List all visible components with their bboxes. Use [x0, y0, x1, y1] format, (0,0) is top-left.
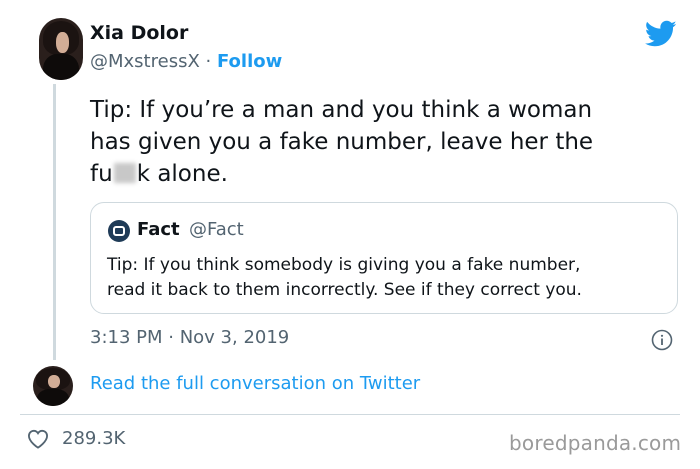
- like-count[interactable]: 289.3K: [62, 428, 125, 449]
- quoted-line: read it back to them incorrectly. See if…: [107, 280, 582, 300]
- censor-blur: [113, 163, 136, 183]
- tweet-line: has given you a fake number, leave her t…: [90, 129, 594, 155]
- read-full-conversation-link[interactable]: Read the full conversation on Twitter: [90, 373, 420, 394]
- thread-line: [53, 84, 56, 360]
- reply-avatar: [33, 366, 73, 406]
- info-icon[interactable]: [651, 329, 673, 351]
- quoted-author-handle: @Fact: [189, 219, 244, 240]
- author-handle-row: @MxstressX · Follow: [90, 51, 282, 72]
- quoted-line: Tip: If you think somebody is giving you…: [107, 255, 581, 275]
- quoted-tweet-card[interactable]: Fact @Fact Tip: If you think somebody is…: [90, 202, 678, 314]
- author-handle[interactable]: @MxstressX: [90, 51, 200, 72]
- twitter-bird-icon[interactable]: [645, 20, 677, 48]
- author-name[interactable]: Xia Dolor: [90, 22, 188, 44]
- tweet-line: fu k alone.: [90, 158, 680, 190]
- tweet-line: Tip: If you’re a man and you think a wom…: [90, 97, 593, 123]
- quoted-tweet-text: Tip: If you think somebody is giving you…: [107, 253, 667, 303]
- tweet-text: Tip: If you’re a man and you think a wom…: [90, 94, 680, 190]
- quoted-author-name: Fact: [137, 219, 180, 240]
- author-avatar[interactable]: [39, 18, 83, 80]
- tweet-timestamp[interactable]: 3:13 PM · Nov 3, 2019: [90, 327, 289, 348]
- follow-button[interactable]: Follow: [217, 51, 282, 72]
- avatar-body: [43, 53, 79, 80]
- divider: [20, 414, 680, 415]
- watermark: boredpanda.com: [509, 431, 682, 455]
- heart-icon[interactable]: [27, 429, 49, 449]
- tweet-fragment: k alone.: [136, 161, 228, 187]
- avatar-body: [37, 389, 69, 406]
- avatar-face: [55, 31, 69, 53]
- tweet-fragment: fu: [90, 161, 113, 187]
- handle-separator: ·: [199, 51, 217, 72]
- fact-logo-icon: [108, 220, 130, 242]
